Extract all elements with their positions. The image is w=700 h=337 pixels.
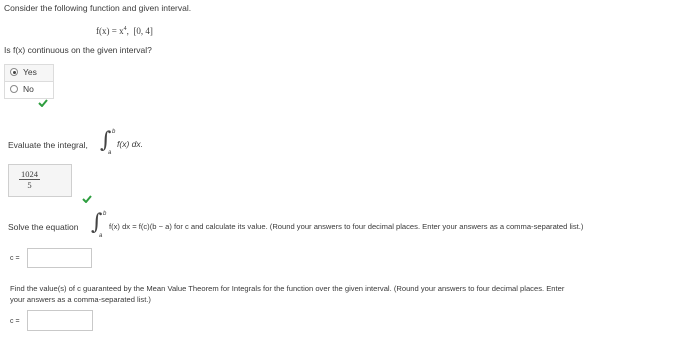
answer-denominator: 5	[27, 180, 32, 190]
correct-check-icon	[82, 195, 92, 203]
option-yes[interactable]: Yes	[4, 64, 54, 82]
integral-expression: ∫ b a f(x) dx.	[100, 128, 170, 158]
integrand: f(x) dx.	[117, 139, 143, 149]
problem-intro: Consider the following function and give…	[4, 3, 192, 13]
integral-sign-icon: ∫	[91, 210, 103, 235]
function-expression: f(x) = x	[96, 26, 124, 36]
radio-no[interactable]	[10, 85, 18, 93]
option-no-label: No	[23, 84, 34, 94]
correct-check-icon	[38, 99, 48, 107]
function-definition: f(x) = x4, [0, 4]	[96, 26, 153, 36]
mvt-prompt-line1: Find the value(s) of c guaranteed by the…	[10, 284, 565, 293]
c-label-1: c =	[10, 255, 20, 262]
solve-equation-text: f(x) dx = f(c)(b − a) for c and calculat…	[109, 222, 584, 231]
integral-upper-limit: b	[112, 129, 116, 135]
integral-sign-icon: ∫	[100, 128, 112, 153]
integral-answer-box: 1024 5	[8, 164, 72, 197]
mvt-prompt-line2: your answers as a comma-separated list.)	[10, 295, 151, 304]
option-yes-label: Yes	[23, 67, 37, 77]
equation-upper-limit: b	[103, 211, 107, 217]
function-interval: [0, 4]	[133, 26, 153, 36]
c-value-input-1[interactable]	[27, 248, 92, 268]
radio-yes[interactable]	[10, 68, 18, 76]
option-no[interactable]: No	[4, 81, 54, 99]
answer-numerator: 1024	[19, 169, 40, 180]
c-value-input-2[interactable]	[27, 310, 93, 331]
solve-equation-prompt: Solve the equation	[8, 222, 79, 232]
c-label-2: c =	[10, 318, 20, 325]
integral-answer-fraction: 1024 5	[19, 169, 40, 190]
function-exponent: 4	[123, 26, 127, 32]
evaluate-integral-prompt: Evaluate the integral,	[8, 140, 88, 150]
integral-lower-limit: a	[108, 150, 112, 156]
equation-lower-limit: a	[99, 233, 103, 239]
continuity-question: Is f(x) continuous on the given interval…	[4, 45, 152, 55]
